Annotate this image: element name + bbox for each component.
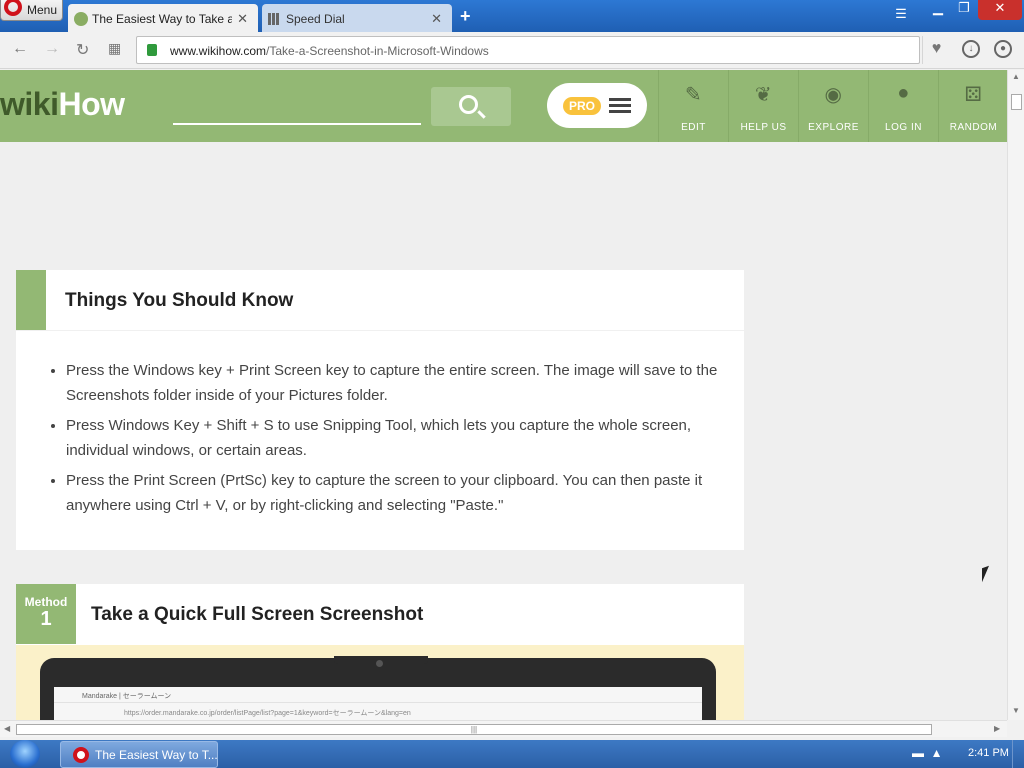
things-you-should-know-card: Things You Should Know Press the Windows… bbox=[16, 270, 744, 550]
search-button[interactable] bbox=[431, 87, 511, 126]
taskbar-window-label: The Easiest Way to T... bbox=[95, 748, 218, 762]
opera-logo-icon bbox=[4, 0, 22, 16]
tab-wikihow[interactable]: The Easiest Way to Take a S ✕ bbox=[68, 4, 258, 32]
nav-explore[interactable]: ◉ EXPLORE bbox=[798, 70, 868, 142]
method-illustration: Mandarake | セーラームーン https://order.mandar… bbox=[16, 645, 744, 720]
vertical-scrollbar[interactable]: ▲ ▼ bbox=[1007, 70, 1024, 720]
account-icon[interactable]: ● bbox=[994, 40, 1012, 58]
tab-menu-icon[interactable]: ☰ bbox=[890, 6, 912, 26]
wikihow-header: wikiHow PRO ✎ EDIT ❦ HELP US ◉ EXPLORE ●… bbox=[0, 70, 1007, 142]
lock-icon bbox=[147, 44, 157, 56]
logo-how-text: How bbox=[58, 86, 125, 122]
nav-label: LOG IN bbox=[885, 122, 922, 133]
user-icon: ● bbox=[897, 82, 910, 104]
method-label: Method bbox=[24, 595, 68, 609]
hamburger-icon bbox=[609, 98, 631, 101]
search-icon bbox=[459, 95, 478, 114]
pro-menu-button[interactable]: PRO bbox=[547, 83, 647, 128]
maximize-button[interactable]: ❐ bbox=[952, 0, 976, 20]
list-item: Press the Print Screen (PrtSc) key to ca… bbox=[66, 468, 726, 518]
divider bbox=[16, 330, 744, 331]
tray-icons[interactable]: ▬ ▲ bbox=[912, 746, 943, 760]
laptop-screen: Mandarake | セーラームーン https://order.mandar… bbox=[54, 687, 702, 720]
scroll-down-icon[interactable]: ▼ bbox=[1012, 706, 1020, 715]
webcam bbox=[334, 656, 428, 667]
show-desktop-button[interactable] bbox=[1012, 740, 1024, 768]
start-button[interactable] bbox=[10, 740, 40, 768]
back-icon[interactable]: ← bbox=[12, 40, 28, 58]
bookmark-heart-icon[interactable]: ♥ bbox=[922, 36, 950, 64]
tab-speed-dial[interactable]: Speed Dial ✕ bbox=[262, 4, 452, 32]
nav-random[interactable]: ⚄ RANDOM bbox=[938, 70, 1007, 142]
scroll-left-icon[interactable]: ◀ bbox=[4, 724, 10, 733]
section-title: Things You Should Know bbox=[65, 290, 294, 311]
sprout-icon: ❦ bbox=[754, 84, 773, 106]
browser-window: Menu The Easiest Way to Take a S ✕ Speed… bbox=[0, 0, 1024, 740]
minimize-button[interactable]: ▁ bbox=[926, 0, 950, 20]
opera-menu-button[interactable]: Menu bbox=[0, 0, 63, 21]
nav-label: EDIT bbox=[681, 122, 706, 133]
wikihow-favicon-icon bbox=[74, 12, 88, 26]
opera-icon bbox=[73, 747, 89, 763]
forward-icon[interactable]: → bbox=[44, 40, 60, 58]
tab-label: Speed Dial bbox=[286, 12, 345, 26]
reload-icon[interactable]: ↻ bbox=[76, 40, 89, 60]
compass-icon: ◉ bbox=[824, 84, 843, 106]
scroll-right-icon[interactable]: ▶ bbox=[994, 724, 1000, 733]
method-1-card: Method 1 Take a Quick Full Screen Screen… bbox=[16, 584, 744, 720]
method-badge: Method 1 bbox=[16, 584, 76, 644]
address-bar[interactable]: www.wikihow.com/Take-a-Screenshot-in-Mic… bbox=[136, 36, 920, 64]
tab-label: The Easiest Way to Take a S bbox=[92, 12, 232, 26]
nav-label: RANDOM bbox=[949, 122, 998, 133]
illustration-url: https://order.mandarake.co.jp/order/list… bbox=[124, 710, 411, 717]
scroll-thumb[interactable] bbox=[1011, 94, 1022, 110]
url-domain: www.wikihow.com bbox=[170, 44, 267, 58]
nav-help-us[interactable]: ❦ HELP US bbox=[728, 70, 798, 142]
logo-wiki-text: wiki bbox=[0, 86, 59, 122]
nav-label: EXPLORE bbox=[808, 122, 859, 133]
download-icon[interactable]: ↓ bbox=[962, 40, 980, 58]
pencil-icon: ✎ bbox=[684, 84, 703, 106]
nav-label: HELP US bbox=[740, 122, 787, 133]
mouse-cursor-icon bbox=[982, 565, 989, 583]
close-tab-icon[interactable]: ✕ bbox=[431, 11, 442, 27]
summary-list: Press the Windows key + Print Screen key… bbox=[66, 358, 726, 523]
dice-icon: ⚄ bbox=[964, 84, 983, 106]
scroll-thumb[interactable]: ||| bbox=[16, 724, 932, 735]
new-tab-button[interactable]: + bbox=[460, 6, 471, 27]
method-title: Take a Quick Full Screen Screenshot bbox=[91, 604, 424, 625]
menu-label: Menu bbox=[27, 3, 58, 17]
laptop-illustration: Mandarake | セーラームーン https://order.mandar… bbox=[40, 656, 716, 720]
url-path: /Take-a-Screenshot-in-Microsoft-Windows bbox=[266, 44, 489, 58]
windows-taskbar: The Easiest Way to T... ▬ ▲ 2:41 PM bbox=[0, 740, 1024, 768]
method-number: 1 bbox=[40, 608, 52, 630]
tab-strip: Menu The Easiest Way to Take a S ✕ Speed… bbox=[0, 0, 1024, 32]
list-item: Press the Windows key + Print Screen key… bbox=[66, 358, 726, 408]
wikihow-logo[interactable]: wikiHow bbox=[0, 86, 125, 123]
close-window-button[interactable]: ✕ bbox=[978, 0, 1022, 20]
section-accent bbox=[16, 270, 46, 330]
nav-edit[interactable]: ✎ EDIT bbox=[658, 70, 728, 142]
close-tab-icon[interactable]: ✕ bbox=[237, 11, 248, 27]
pro-badge: PRO bbox=[563, 97, 601, 115]
illustration-tab: Mandarake | セーラームーン bbox=[54, 687, 702, 703]
web-page: wikiHow PRO ✎ EDIT ❦ HELP US ◉ EXPLORE ●… bbox=[0, 70, 1007, 720]
navigation-bar: ← → ↻ ▦ www.wikihow.com/Take-a-Screensho… bbox=[0, 32, 1024, 69]
clock[interactable]: 2:41 PM bbox=[968, 747, 1009, 759]
taskbar-window-button[interactable]: The Easiest Way to T... bbox=[60, 741, 218, 768]
list-item: Press Windows Key + Shift + S to use Sni… bbox=[66, 413, 726, 463]
search-input[interactable] bbox=[173, 123, 421, 125]
horizontal-scrollbar[interactable]: ◀ ||| ▶ bbox=[0, 720, 1007, 737]
scroll-up-icon[interactable]: ▲ bbox=[1012, 72, 1020, 81]
nav-log-in[interactable]: ● LOG IN bbox=[868, 70, 938, 142]
speed-dial-grid-icon[interactable]: ▦ bbox=[108, 40, 121, 57]
speed-dial-icon bbox=[268, 13, 280, 25]
